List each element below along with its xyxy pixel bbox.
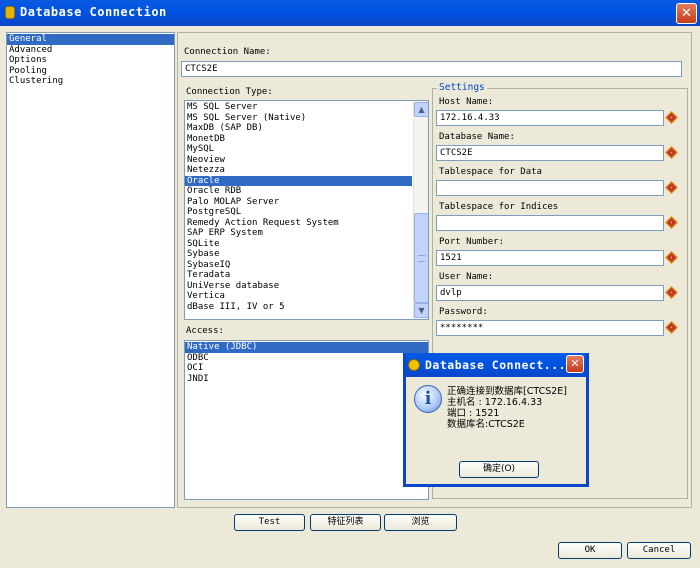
host-name-input[interactable]: 172.16.4.33 — [436, 110, 664, 126]
connection-name-input[interactable]: CTCS2E — [181, 61, 682, 77]
access-item[interactable]: OCI — [185, 363, 428, 374]
scroll-thumb[interactable] — [414, 213, 428, 303]
nav-item-clustering[interactable]: Clustering — [7, 76, 174, 87]
user-name-label: User Name: — [439, 272, 494, 282]
dialog-message-line: 数据库名:CTCS2E — [447, 419, 525, 430]
ok-button[interactable]: OK — [558, 542, 622, 559]
dialog-title: Database Connect... — [425, 358, 567, 372]
connection-type-item[interactable]: UniVerse database — [185, 281, 412, 292]
connection-type-scrollbar[interactable]: ▲ ▼ — [413, 101, 428, 319]
nav-item-options[interactable]: Options — [7, 55, 174, 66]
connection-type-item[interactable]: Vertica — [185, 291, 412, 302]
port-number-label: Port Number: — [439, 237, 505, 247]
connection-type-item[interactable]: SAP ERP System — [185, 228, 412, 239]
access-list[interactable]: Native (JDBC) ODBC OCI JNDI — [184, 340, 429, 500]
connection-type-item[interactable]: MS SQL Server (Native) — [185, 113, 412, 124]
connection-type-item[interactable]: Neoview — [185, 155, 412, 166]
settings-legend: Settings — [437, 82, 487, 93]
dialog-close-icon[interactable]: ✕ — [566, 355, 584, 373]
test-button[interactable]: Test — [234, 514, 305, 531]
connection-type-item[interactable]: SQLite — [185, 239, 412, 250]
dialog-titlebar[interactable]: Database Connect... ✕ — [406, 353, 586, 377]
access-item[interactable]: Native (JDBC) — [185, 342, 428, 353]
connection-dialog: Database Connect... ✕ i 正确连接到数据库[CTCS2E]… — [403, 353, 589, 487]
cancel-button[interactable]: Cancel — [627, 542, 691, 559]
connection-type-item[interactable]: MS SQL Server — [185, 102, 412, 113]
scroll-down-arrow-icon[interactable]: ▼ — [414, 303, 428, 318]
browse-button[interactable]: 浏览 — [384, 514, 457, 531]
nav-item-pooling[interactable]: Pooling — [7, 66, 174, 77]
connection-type-label: Connection Type: — [186, 87, 273, 97]
connection-type-item[interactable]: SybaseIQ — [185, 260, 412, 271]
tablespace-data-label: Tablespace for Data — [439, 167, 542, 177]
connection-type-item[interactable]: Palo MOLAP Server — [185, 197, 412, 208]
dialog-message-line: 主机名 : 172.16.4.33 — [447, 397, 543, 408]
connection-type-item[interactable]: Sybase — [185, 249, 412, 260]
nav-item-general[interactable]: General — [7, 34, 174, 45]
dialog-ok-button[interactable]: 确定(O) — [459, 461, 539, 478]
close-icon[interactable]: ✕ — [676, 3, 697, 24]
tablespace-indices-input[interactable] — [436, 215, 664, 231]
connection-type-item[interactable]: Oracle RDB — [185, 186, 412, 197]
window-title: Database Connection — [20, 5, 167, 19]
connection-type-item[interactable]: Teradata — [185, 270, 412, 281]
tablespace-indices-label: Tablespace for Indices — [439, 202, 559, 212]
connection-type-item[interactable]: MySQL — [185, 144, 412, 155]
dialog-message-line: 正确连接到数据库[CTCS2E] — [447, 386, 568, 397]
connection-type-list[interactable]: MS SQL Server MS SQL Server (Native) MaxDB… — [184, 100, 429, 320]
user-name-input[interactable]: dvlp — [436, 285, 664, 301]
password-input[interactable]: ******** — [436, 320, 664, 336]
nav-item-advanced[interactable]: Advanced — [7, 45, 174, 56]
host-name-label: Host Name: — [439, 97, 494, 107]
dialog-message-line: 端口 : 1521 — [447, 408, 500, 419]
dialog-app-icon — [408, 359, 420, 371]
connection-type-item[interactable]: dBase III, IV or 5 — [185, 302, 412, 313]
scroll-up-arrow-icon[interactable]: ▲ — [414, 102, 428, 117]
database-name-label: Database Name: — [439, 132, 515, 142]
connection-type-item[interactable]: Remedy Action Request System — [185, 218, 412, 229]
connection-type-item[interactable]: Oracle — [185, 175, 412, 186]
nav-list: General Advanced Options Pooling Cluster… — [6, 32, 175, 508]
access-item[interactable]: JNDI — [185, 374, 428, 385]
port-number-input[interactable]: 1521 — [436, 250, 664, 266]
connection-name-label: Connection Name: — [184, 47, 271, 57]
connection-type-item[interactable]: MaxDB (SAP DB) — [185, 123, 412, 134]
connection-type-item[interactable]: MonetDB — [185, 134, 412, 145]
database-name-input[interactable]: CTCS2E — [436, 145, 664, 161]
tablespace-data-input[interactable] — [436, 180, 664, 196]
database-app-icon — [5, 6, 15, 19]
connection-type-item[interactable]: Netezza — [185, 165, 412, 176]
password-label: Password: — [439, 307, 488, 317]
connection-type-item[interactable]: PostgreSQL — [185, 207, 412, 218]
feature-list-button[interactable]: 特征列表 — [310, 514, 381, 531]
window-titlebar[interactable]: Database Connection ✕ — [0, 0, 700, 26]
access-label: Access: — [186, 326, 224, 336]
access-item[interactable]: ODBC — [185, 353, 428, 364]
info-icon: i — [414, 385, 442, 413]
